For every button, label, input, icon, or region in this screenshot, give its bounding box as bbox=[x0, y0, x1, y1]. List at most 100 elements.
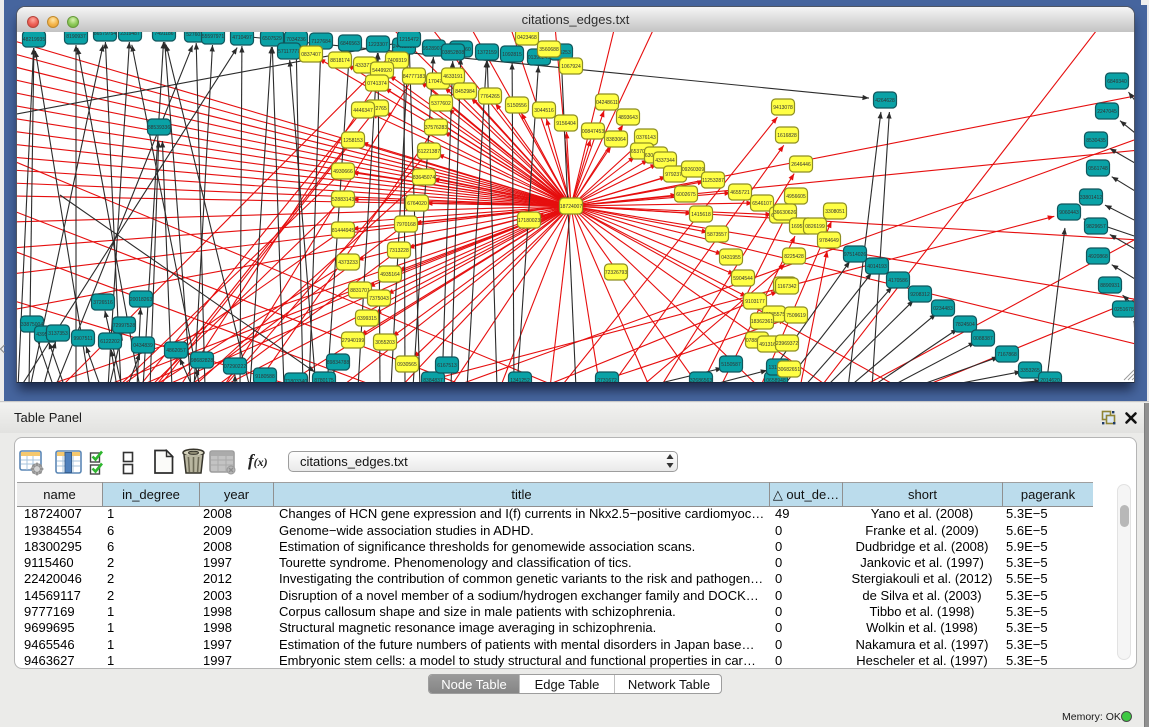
svg-text:3726516: 3726516 bbox=[93, 300, 113, 306]
svg-text:18724007: 18724007 bbox=[560, 204, 582, 210]
svg-text:03852808: 03852808 bbox=[442, 50, 464, 56]
svg-text:1616828: 1616828 bbox=[777, 133, 797, 139]
svg-text:1223307: 1223307 bbox=[368, 42, 388, 48]
svg-text:8890931: 8890931 bbox=[1100, 283, 1120, 289]
svg-text:9103177: 9103177 bbox=[745, 299, 765, 305]
svg-text:8818174: 8818174 bbox=[330, 58, 350, 64]
svg-text:8831701: 8831701 bbox=[350, 288, 370, 294]
svg-text:0376143: 0376143 bbox=[636, 135, 656, 141]
svg-text:0826199: 0826199 bbox=[805, 224, 825, 230]
svg-text:7167868: 7167868 bbox=[997, 352, 1017, 358]
svg-text:8383064: 8383064 bbox=[606, 137, 626, 143]
svg-text:20018263: 20018263 bbox=[130, 297, 152, 303]
svg-text:3055203: 3055203 bbox=[375, 340, 395, 346]
svg-text:4337344: 4337344 bbox=[655, 158, 675, 164]
svg-text:1372159: 1372159 bbox=[477, 50, 497, 56]
svg-text:37576283: 37576283 bbox=[425, 125, 447, 131]
svg-text:84777183: 84777183 bbox=[403, 74, 425, 80]
svg-text:6002675: 6002675 bbox=[676, 192, 696, 198]
svg-text:11253287: 11253287 bbox=[702, 178, 724, 184]
svg-text:3044516: 3044516 bbox=[534, 108, 554, 114]
svg-text:1215472: 1215472 bbox=[399, 37, 419, 43]
svg-text:1067924: 1067924 bbox=[561, 64, 581, 70]
svg-text:9180588: 9180588 bbox=[255, 374, 275, 380]
svg-text:8452984: 8452984 bbox=[455, 89, 475, 95]
svg-text:3560688: 3560688 bbox=[539, 47, 559, 53]
svg-text:2731672: 2731672 bbox=[597, 378, 617, 382]
svg-text:7509619: 7509619 bbox=[786, 313, 806, 319]
svg-text:00847453: 00847453 bbox=[582, 129, 604, 135]
svg-text:04248611: 04248611 bbox=[596, 100, 618, 106]
svg-text:9413078: 9413078 bbox=[773, 105, 793, 111]
svg-text:8530435: 8530435 bbox=[1086, 138, 1106, 144]
svg-text:3137353: 3137353 bbox=[48, 331, 68, 337]
svg-text:6849340: 6849340 bbox=[1107, 79, 1127, 85]
svg-text:6546107: 6546107 bbox=[752, 201, 772, 207]
svg-text:6764020: 6764020 bbox=[407, 201, 427, 207]
svg-text:86579754: 86579754 bbox=[94, 32, 116, 37]
svg-text:4956605: 4956605 bbox=[786, 194, 806, 200]
svg-text:7313228: 7313228 bbox=[389, 248, 409, 254]
svg-text:4935164: 4935164 bbox=[380, 272, 400, 278]
svg-text:5377602: 5377602 bbox=[431, 101, 451, 107]
svg-text:0423468: 0423468 bbox=[517, 35, 537, 41]
svg-text:2646446: 2646446 bbox=[791, 162, 811, 168]
svg-text:7970168: 7970168 bbox=[396, 222, 416, 228]
svg-text:9784649: 9784649 bbox=[819, 238, 839, 244]
svg-text:2247045: 2247045 bbox=[1097, 109, 1117, 115]
svg-text:89834788: 89834788 bbox=[327, 360, 349, 366]
svg-text:7824504: 7824504 bbox=[955, 322, 975, 328]
svg-text:52883143: 52883143 bbox=[332, 197, 354, 203]
svg-text:0434839: 0434839 bbox=[133, 343, 153, 349]
svg-text:0399315: 0399315 bbox=[357, 316, 377, 322]
svg-text:88539336: 88539336 bbox=[148, 125, 170, 131]
svg-text:9208312: 9208312 bbox=[910, 292, 930, 298]
svg-text:3353265: 3353265 bbox=[1020, 368, 1040, 374]
svg-text:8384837: 8384837 bbox=[423, 378, 443, 382]
svg-text:0561748: 0561748 bbox=[1088, 166, 1108, 172]
svg-text:7491186: 7491186 bbox=[154, 32, 173, 37]
svg-text:57117777: 57117777 bbox=[278, 49, 300, 55]
svg-text:0930565: 0930565 bbox=[397, 362, 417, 368]
svg-text:2319487: 2319487 bbox=[120, 32, 140, 37]
svg-text:4373233: 4373233 bbox=[338, 260, 358, 266]
svg-text:4264628: 4264628 bbox=[875, 98, 895, 104]
svg-text:71803340: 71803340 bbox=[285, 379, 307, 382]
svg-text:6122202: 6122202 bbox=[100, 339, 120, 345]
svg-text:1092815: 1092815 bbox=[502, 52, 522, 58]
svg-text:97514026: 97514026 bbox=[844, 252, 866, 258]
svg-text:5873557: 5873557 bbox=[707, 232, 727, 238]
svg-text:23969372: 23969372 bbox=[776, 341, 798, 347]
svg-text:4920868: 4920868 bbox=[1088, 254, 1108, 260]
svg-text:6167513: 6167513 bbox=[437, 363, 457, 369]
svg-text:17180023: 17180023 bbox=[518, 218, 540, 224]
svg-text:7375043: 7375043 bbox=[369, 296, 389, 302]
svg-text:0658948: 0658948 bbox=[766, 378, 786, 382]
svg-text:81444945: 81444945 bbox=[332, 228, 354, 234]
svg-text:18362361: 18362361 bbox=[751, 319, 773, 325]
svg-text:36630626: 36630626 bbox=[774, 210, 796, 216]
svg-text:27940199: 27940199 bbox=[342, 338, 364, 344]
svg-text:2014620: 2014620 bbox=[1040, 378, 1060, 382]
svg-text:5904544: 5904544 bbox=[733, 276, 753, 282]
svg-text:4170586: 4170586 bbox=[888, 278, 908, 284]
svg-text:30682651: 30682651 bbox=[778, 367, 800, 373]
svg-text:4014193: 4014193 bbox=[867, 264, 887, 270]
svg-text:4893643: 4893643 bbox=[618, 115, 638, 121]
svg-text:0088387: 0088387 bbox=[973, 336, 993, 342]
svg-text:1341252: 1341252 bbox=[510, 378, 530, 382]
svg-text:4930666: 4930666 bbox=[333, 169, 353, 175]
svg-text:4446347: 4446347 bbox=[353, 108, 373, 114]
svg-text:6507529: 6507529 bbox=[262, 36, 282, 42]
svg-text:83645074: 83645074 bbox=[413, 175, 435, 181]
svg-text:5449920: 5449920 bbox=[372, 68, 392, 74]
svg-text:09260309: 09260309 bbox=[682, 167, 704, 173]
svg-text:55597971: 55597971 bbox=[202, 34, 224, 40]
svg-text:4710497: 4710497 bbox=[232, 35, 252, 41]
svg-text:4633191: 4633191 bbox=[443, 74, 463, 80]
svg-text:9060443: 9060443 bbox=[1059, 210, 1079, 216]
svg-text:0234483: 0234483 bbox=[933, 306, 953, 312]
svg-text:7764265: 7764265 bbox=[480, 94, 500, 100]
svg-text:9829657: 9829657 bbox=[1086, 224, 1106, 230]
svg-text:72997528: 72997528 bbox=[113, 323, 135, 329]
